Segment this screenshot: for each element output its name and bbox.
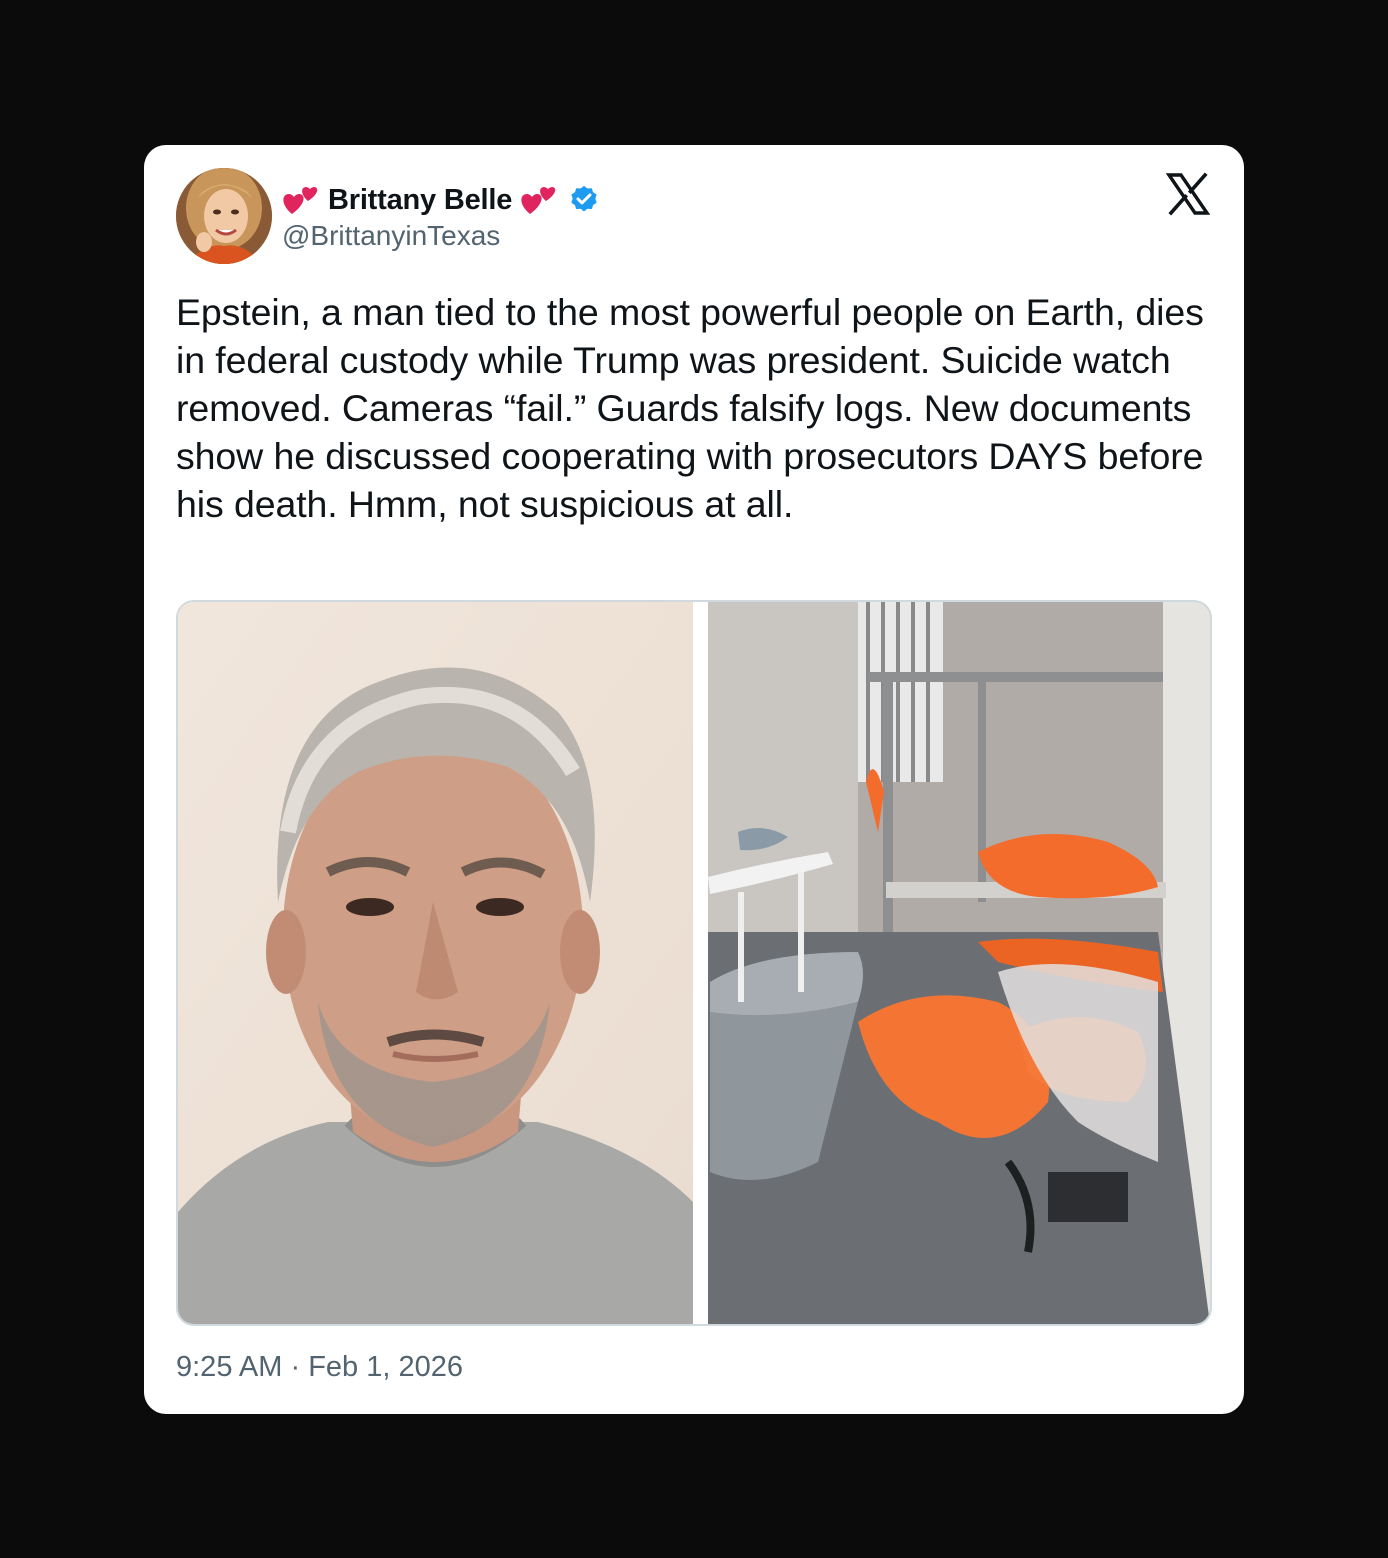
avatar[interactable] — [176, 168, 272, 264]
tweet-card: Brittany Belle @BrittanyinTexas Epstein,… — [144, 145, 1244, 1414]
jail-cell-photo[interactable] — [708, 602, 1210, 1324]
tweet-timestamp[interactable]: 9:25 AM · Feb 1, 2026 — [176, 1351, 463, 1384]
tweet-time: 9:25 AM — [176, 1351, 283, 1383]
two-hearts-icon — [283, 187, 318, 214]
author-display-name[interactable]: Brittany Belle — [328, 184, 512, 217]
verified-badge-icon — [571, 186, 597, 212]
tweet-text: Epstein, a man tied to the most powerful… — [176, 291, 1204, 525]
author-handle[interactable]: @BrittanyinTexas — [282, 220, 500, 252]
tweet-media[interactable] — [176, 600, 1212, 1326]
x-logo-icon[interactable] — [1166, 172, 1210, 216]
two-hearts-icon — [521, 187, 556, 214]
tweet-header: Brittany Belle @BrittanyinTexas — [176, 168, 1212, 264]
man-portrait-photo[interactable] — [178, 602, 693, 1324]
tweet-date: Feb 1, 2026 — [308, 1351, 463, 1383]
timestamp-separator: · — [290, 1351, 301, 1383]
name-row: Brittany Belle — [282, 178, 600, 222]
